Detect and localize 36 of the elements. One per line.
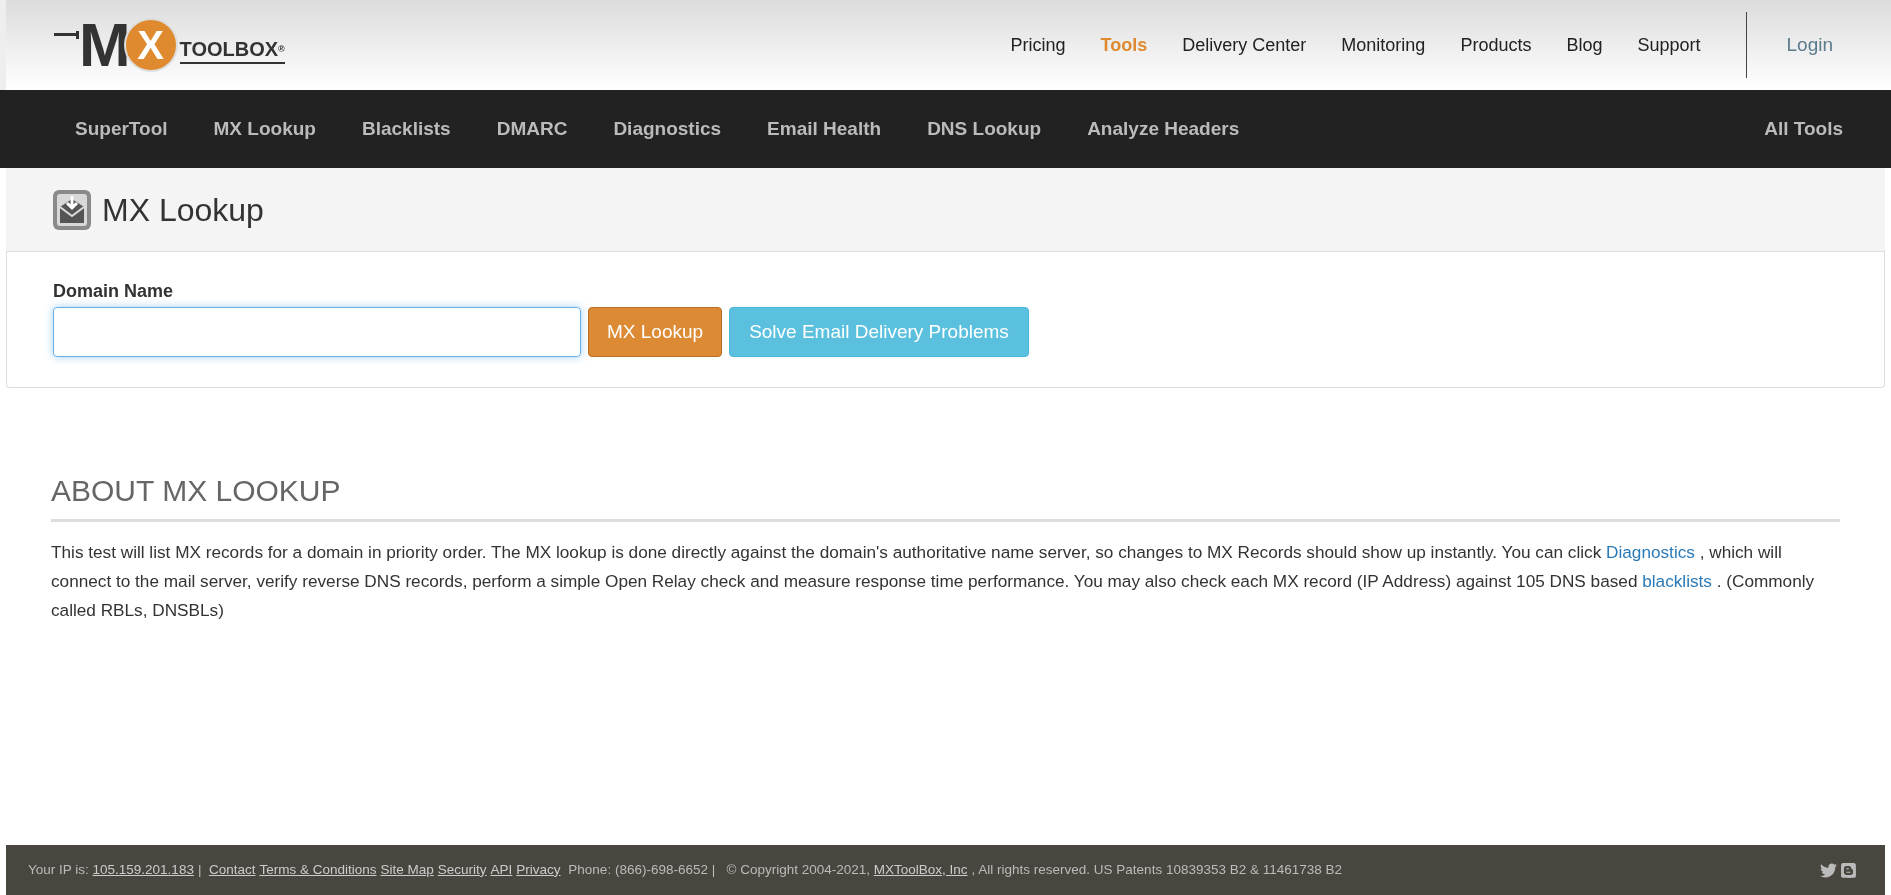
tool-nav-link[interactable]: Blacklists	[361, 114, 451, 144]
tool-nav-link[interactable]: MX Lookup	[213, 114, 316, 144]
tool-nav-link[interactable]: DMARC	[496, 114, 568, 144]
tool-nav-link[interactable]: DNS Lookup	[927, 114, 1042, 144]
footer-link[interactable]: Privacy	[516, 861, 561, 877]
footer-link[interactable]: Terms & Conditions	[259, 861, 377, 877]
login-link[interactable]: Login	[1786, 30, 1833, 60]
footer-link[interactable]: Security	[437, 861, 487, 877]
top-nav-link[interactable]: Blog	[1566, 31, 1603, 59]
envelope-download-icon	[52, 188, 92, 231]
footer-link[interactable]: API	[490, 861, 513, 877]
top-nav-link[interactable]: Delivery Center	[1182, 31, 1307, 59]
top-nav-link[interactable]: Products	[1460, 31, 1532, 59]
about-heading: ABOUT MX LOOKUP	[51, 468, 1840, 522]
inline-link[interactable]: blacklists	[1642, 571, 1712, 591]
tool-nav-link[interactable]: SuperTool	[75, 114, 168, 144]
all-tools-link[interactable]: All Tools	[1764, 114, 1843, 144]
top-nav-link[interactable]: Support	[1637, 31, 1701, 59]
tool-nav-link[interactable]: Analyze Headers	[1087, 114, 1240, 144]
footer-text: Your IP is: 105.159.201.183 | Contact Terms & Conditions Site Map Security API Privacy Phone: (866)-698-6652 | © Copyright 2004-2021, MXToolBox, Inc , All rights reserved. US Patents 10839353 B2 & 11461738 B2	[28, 860, 1343, 879]
mxtoolbox-logo[interactable]: M X TOOLBOX$^{®}$	[54, 20, 314, 70]
page-title: MX Lookup	[102, 190, 264, 230]
domain-name-label: Domain Name	[53, 280, 175, 303]
blogger-icon[interactable]	[1840, 861, 1857, 879]
top-nav-link[interactable]: Monitoring	[1341, 31, 1426, 59]
footer-link[interactable]: Contact	[208, 861, 256, 877]
footer-link[interactable]: MXToolBox, Inc	[873, 861, 968, 877]
footer-link[interactable]: 105.159.201.183	[92, 861, 194, 877]
top-nav-link[interactable]: Pricing	[1010, 31, 1066, 59]
tool-nav-link[interactable]: Diagnostics	[613, 114, 722, 144]
about-paragraph: This test will list MX records for a domain in priority order. The MX lookup is done directly against the domain's authoritative name server, so changes to MX Records should show up instantly. You can click Diagnostics , which will connect to the mail server, verify reverse DNS records, perform a simple Open Relay check and measure response time performance. You may also check each MX record (IP Address) against 105 DNS based blacklists . (Commonly called RBLs, DNSBLs)	[51, 541, 1816, 622]
twitter-icon[interactable]	[1820, 861, 1837, 879]
inline-link[interactable]: Diagnostics	[1606, 542, 1695, 562]
tool-nav-link[interactable]: Email Health	[767, 114, 882, 144]
footer-link[interactable]: Site Map	[380, 861, 434, 877]
domain-input-field[interactable]	[53, 307, 581, 357]
